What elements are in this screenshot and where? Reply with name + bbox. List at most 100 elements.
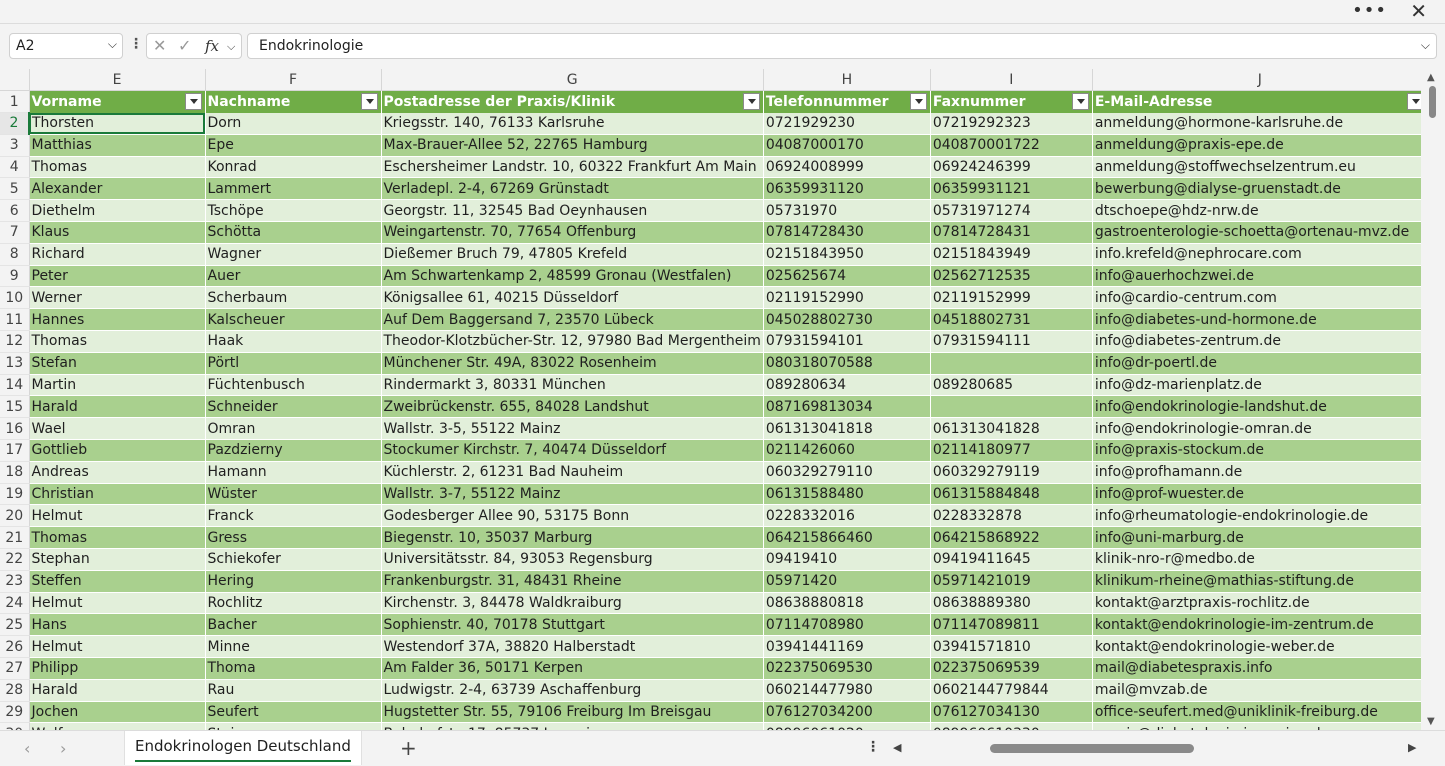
table-cell[interactable]: 060329279110 [763, 461, 931, 484]
table-cell[interactable]: 08638880818 [763, 592, 931, 615]
table-cell[interactable]: 08638889380 [930, 592, 1093, 615]
table-cell[interactable]: klinik-nro-r@medbo.de [1092, 548, 1428, 571]
table-cell[interactable]: Schötta [205, 221, 382, 244]
table-cell[interactable]: Kirchenstr. 3, 84478 Waldkraiburg [381, 592, 764, 615]
table-cell[interactable]: Am Schwartenkamp 2, 48599 Gronau (Westfa… [381, 265, 764, 288]
table-cell[interactable]: Werner [29, 286, 206, 310]
table-cell[interactable]: 0228332878 [930, 504, 1093, 528]
table-cell[interactable]: dtschoepe@hdz-nrw.de [1092, 199, 1428, 223]
column-header-e[interactable]: E [29, 69, 206, 92]
close-icon[interactable]: ✕ [1410, 0, 1427, 22]
table-cell[interactable]: Omran [205, 417, 382, 441]
table-cell[interactable]: 05971420 [763, 570, 931, 593]
row-number[interactable]: 16 [0, 417, 30, 441]
expand-formula-icon[interactable]: ⌵ [1421, 38, 1430, 53]
scroll-down-icon[interactable]: ▼ [1427, 716, 1435, 727]
table-cell[interactable]: Wagner [205, 243, 382, 266]
filter-dropdown-icon[interactable] [742, 93, 760, 111]
row-number[interactable]: 17 [0, 439, 30, 462]
table-cell[interactable]: kontakt@endokrinologie-im-zentrum.de [1092, 613, 1428, 637]
table-cell[interactable]: info@diabetes-und-hormone.de [1092, 308, 1428, 332]
row-number[interactable]: 28 [0, 679, 30, 702]
sheet-tab-endokrinologen[interactable]: Endokrinologen Deutschland [124, 731, 362, 765]
table-cell[interactable]: Hannes [29, 308, 206, 332]
table-cell[interactable]: 02151843949 [930, 243, 1093, 266]
table-cell[interactable]: 061313041828 [930, 417, 1093, 441]
table-cell[interactable]: info@dr-poertl.de [1092, 352, 1428, 375]
table-cell[interactable]: Matthias [29, 134, 206, 157]
row-number[interactable]: 8 [0, 243, 30, 266]
more-options-icon[interactable]: ••• [1352, 1, 1387, 21]
table-cell[interactable]: Helmut [29, 504, 206, 528]
table-cell[interactable]: 064215866460 [763, 526, 931, 550]
table-cell[interactable]: Gress [205, 526, 382, 550]
table-cell[interactable]: Philipp [29, 657, 206, 680]
table-cell[interactable]: 02119152990 [763, 286, 931, 310]
horizontal-scroll-thumb[interactable] [990, 744, 1194, 753]
table-cell[interactable]: Schiekofer [205, 548, 382, 571]
table-header-cell[interactable]: E-Mail-Adresse [1092, 90, 1428, 113]
table-cell[interactable]: 076127034130 [930, 701, 1093, 724]
table-cell[interactable]: mail@mvzab.de [1092, 679, 1428, 702]
table-cell[interactable]: 07814728430 [763, 221, 931, 244]
table-cell[interactable] [930, 395, 1093, 419]
table-cell[interactable]: Rochlitz [205, 592, 382, 615]
table-cell[interactable]: anmeldung@hormone-karlsruhe.de [1092, 112, 1428, 135]
table-cell[interactable]: Helmut [29, 635, 206, 659]
table-cell[interactable]: Godesberger Allee 90, 53175 Bonn [381, 504, 764, 528]
table-cell[interactable]: Schneider [205, 395, 382, 419]
table-cell[interactable]: info@praxis-stockum.de [1092, 439, 1428, 462]
table-cell[interactable]: 08996061020 [763, 722, 931, 730]
table-cell[interactable]: 03941441169 [763, 635, 931, 659]
column-header-g[interactable]: G [381, 69, 764, 92]
table-cell[interactable]: Wael [29, 417, 206, 441]
table-cell[interactable]: Thomas [29, 156, 206, 179]
table-cell[interactable]: Auf Dem Baggersand 7, 23570 Lübeck [381, 308, 764, 332]
table-cell[interactable]: 089280634 [763, 374, 931, 397]
table-cell[interactable]: Pörtl [205, 352, 382, 375]
row-number[interactable]: 19 [0, 483, 30, 506]
table-cell[interactable]: Klaus [29, 221, 206, 244]
table-cell[interactable]: Rau [205, 679, 382, 702]
vertical-scrollbar[interactable]: ▲ ▼ [1421, 69, 1445, 730]
table-cell[interactable]: Thomas [29, 526, 206, 550]
table-header-cell[interactable]: Postadresse der Praxis/Klinik [381, 90, 764, 113]
table-cell[interactable]: Lammert [205, 177, 382, 201]
table-cell[interactable]: Sophienstr. 40, 70178 Stuttgart [381, 613, 764, 637]
table-cell[interactable]: info@endokrinologie-landshut.de [1092, 395, 1428, 419]
table-cell[interactable]: Wulf [29, 722, 206, 730]
table-cell[interactable]: Ludwigstr. 2-4, 63739 Aschaffenburg [381, 679, 764, 702]
table-cell[interactable]: 02151843950 [763, 243, 931, 266]
table-cell[interactable]: Wüster [205, 483, 382, 506]
table-cell[interactable]: info@dz-marienplatz.de [1092, 374, 1428, 397]
table-cell[interactable]: Dießemer Bruch 79, 47805 Krefeld [381, 243, 764, 266]
table-cell[interactable]: 09419411645 [930, 548, 1093, 571]
chevron-down-icon[interactable]: ⌵ [227, 40, 235, 54]
table-cell[interactable]: info@uni-marburg.de [1092, 526, 1428, 550]
scroll-up-icon[interactable]: ▲ [1427, 72, 1435, 83]
table-cell[interactable]: 025625674 [763, 265, 931, 288]
row-number[interactable]: 3 [0, 134, 30, 157]
table-cell[interactable]: 02114180977 [930, 439, 1093, 462]
row-number[interactable]: 4 [0, 156, 30, 179]
table-cell[interactable]: 06131588480 [763, 483, 931, 506]
table-cell[interactable]: info@auerhochzwei.de [1092, 265, 1428, 288]
name-box[interactable]: A2 ⌵ [9, 33, 123, 59]
table-cell[interactable]: Alexander [29, 177, 206, 201]
table-cell[interactable]: Epe [205, 134, 382, 157]
table-cell[interactable] [930, 352, 1093, 375]
table-cell[interactable]: klinikum-rheine@mathias-stiftung.de [1092, 570, 1428, 593]
table-cell[interactable]: info@cardio-centrum.com [1092, 286, 1428, 310]
table-cell[interactable]: Jochen [29, 701, 206, 724]
table-header-cell[interactable]: Vorname [29, 90, 206, 113]
filter-dropdown-icon[interactable] [184, 93, 202, 111]
table-cell[interactable]: 05971421019 [930, 570, 1093, 593]
column-header-h[interactable]: H [763, 69, 931, 92]
column-header-j[interactable]: J [1092, 69, 1428, 92]
table-cell[interactable]: Hering [205, 570, 382, 593]
add-sheet-button[interactable]: + [400, 736, 417, 760]
table-cell[interactable]: 06924246399 [930, 156, 1093, 179]
row-number[interactable]: 14 [0, 374, 30, 397]
table-cell[interactable]: Max-Brauer-Allee 52, 22765 Hamburg [381, 134, 764, 157]
table-cell[interactable]: Andreas [29, 461, 206, 484]
